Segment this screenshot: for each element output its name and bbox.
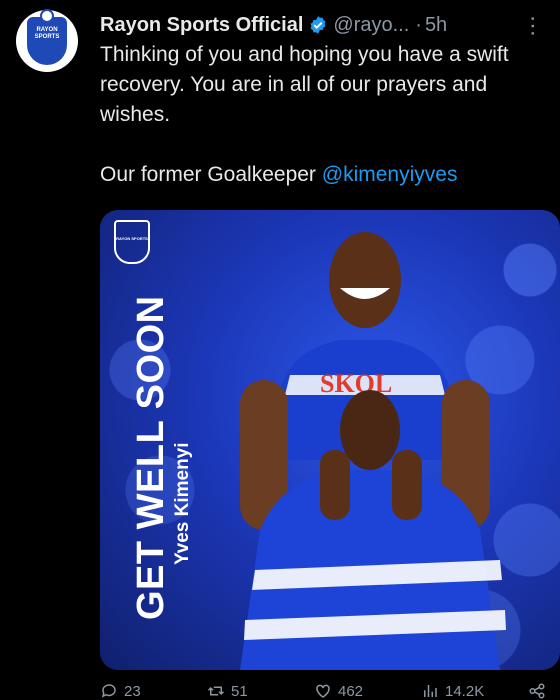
post-text: Thinking of you and hoping you have a sw… bbox=[100, 40, 550, 190]
post-text-line: Our former Goalkeeper @kimenyiyves bbox=[100, 160, 550, 190]
avatar-text: RAYON SPORTS bbox=[34, 27, 60, 40]
like-count: 462 bbox=[338, 682, 364, 700]
action-bar: 23 51 462 14.2K bbox=[100, 682, 546, 700]
repost-count: 51 bbox=[231, 682, 248, 700]
media-subtitle: Yves Kimenyi bbox=[172, 442, 193, 565]
players-illustration: SKOL bbox=[240, 232, 506, 670]
display-name[interactable]: Rayon Sports Official bbox=[100, 14, 303, 37]
post-time[interactable]: 5h bbox=[425, 14, 447, 37]
separator-dot: · bbox=[415, 13, 422, 36]
media-title: GET WELL SOON bbox=[130, 295, 172, 620]
club-crest: RAYON SPORTS bbox=[27, 9, 67, 65]
share-icon bbox=[529, 683, 545, 699]
like-icon bbox=[316, 684, 330, 698]
media-club-logo: RAYON SPORTS bbox=[114, 220, 150, 264]
share-button[interactable] bbox=[528, 682, 546, 700]
views-button[interactable]: 14.2K bbox=[421, 682, 528, 700]
media-logo-text: RAYON SPORTS bbox=[116, 236, 148, 241]
post-image[interactable]: SKOL RAYON SPORTS GET WELL SOON Yves Kim… bbox=[100, 210, 560, 670]
views-icon bbox=[424, 685, 437, 697]
reply-count: 23 bbox=[124, 682, 141, 700]
mention-link[interactable]: @kimenyiyves bbox=[322, 163, 458, 186]
post-header: Rayon Sports Official @rayo... · 5h ⋯ bbox=[100, 12, 546, 38]
post-text-line: Thinking of you and hoping you have a sw… bbox=[100, 43, 509, 126]
repost-icon bbox=[207, 686, 225, 696]
repost-button[interactable]: 51 bbox=[207, 682, 314, 700]
user-handle[interactable]: @rayo... bbox=[333, 14, 409, 37]
reply-button[interactable]: 23 bbox=[100, 682, 207, 700]
reply-icon bbox=[101, 684, 116, 698]
avatar[interactable]: RAYON SPORTS bbox=[16, 9, 78, 72]
post-text-prefix: Our former Goalkeeper bbox=[100, 163, 322, 186]
verified-badge-icon bbox=[311, 16, 326, 34]
like-button[interactable]: 462 bbox=[314, 682, 421, 700]
views-count: 14.2K bbox=[445, 682, 485, 700]
more-icon[interactable]: ⋯ bbox=[520, 15, 546, 36]
